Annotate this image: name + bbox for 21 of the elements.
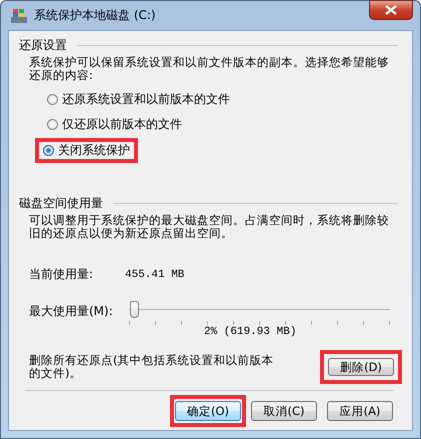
description-text: 可以调整用于系统保护的最大磁盘空间。占满空间时，系统将删除较旧的还原点以便为新还原点留出空间。: [29, 214, 390, 240]
usage-value: 455.41 MB: [125, 268, 184, 280]
radio-option[interactable]: 还原系统设置和以前版本的文件: [47, 91, 230, 108]
close-button[interactable]: [369, 0, 413, 20]
radio-option[interactable]: 关闭系统保护: [43, 142, 130, 159]
radio-option[interactable]: 仅还原以前版本的文件: [47, 116, 182, 133]
close-icon: [385, 5, 397, 15]
slider-thumb[interactable]: [130, 301, 140, 318]
field-label: 当前使用量:: [29, 266, 94, 283]
group-heading: 还原设置: [19, 37, 67, 54]
computer-icon: [10, 8, 28, 24]
slider-reading: 2% (619.93 MB): [204, 326, 298, 338]
description-text: 系统保护可以保留系统设置和以前文件版本的副本。选择您希望能够还原的内容:: [29, 56, 390, 82]
field-label: 最大使用量(M):: [29, 303, 114, 320]
window-title: 系统保护本地磁盘 (C:): [34, 7, 156, 24]
group-heading: 磁盘空间使用量: [19, 195, 103, 212]
delete-button[interactable]: 删除(D): [328, 358, 394, 376]
description-text: 删除所有还原点(其中包括系统设置和以前版本的文件)。: [29, 354, 274, 380]
dialog-button[interactable]: 确定(O): [175, 401, 241, 421]
dialog-button[interactable]: 取消(C): [251, 401, 317, 421]
dialog-button[interactable]: 应用(A): [327, 401, 393, 421]
